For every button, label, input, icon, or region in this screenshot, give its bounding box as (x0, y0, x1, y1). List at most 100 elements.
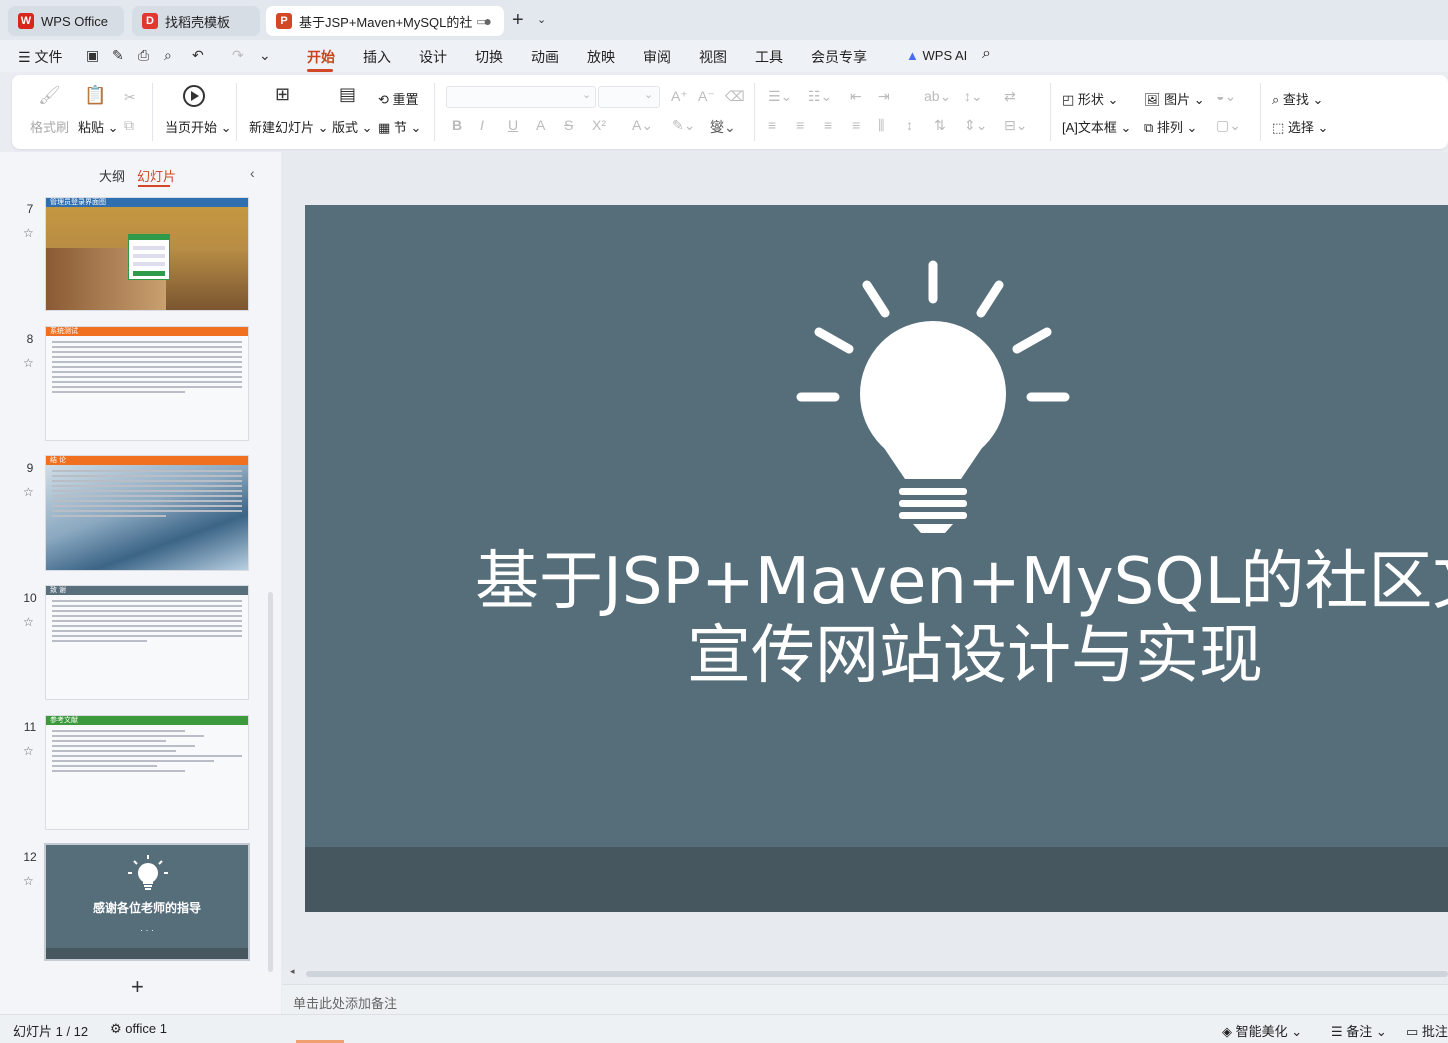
tab-wps-office[interactable]: W WPS Office (8, 6, 124, 36)
new-tab-icon[interactable]: + (512, 9, 524, 32)
menu-review[interactable]: 审阅 (643, 47, 671, 67)
bold-icon[interactable]: B (452, 117, 462, 133)
star-icon[interactable]: ☆ (23, 356, 34, 370)
add-slide-icon[interactable]: + (131, 974, 144, 1000)
numbered-list-icon[interactable]: ☷⌄ (808, 88, 832, 105)
font-grow-icon[interactable]: A⁺ (671, 88, 688, 105)
reset-button[interactable]: ⟲ 重置 (378, 89, 419, 108)
tab-outline[interactable]: 大纲 (99, 166, 125, 185)
menu-file[interactable]: ☰ 文件 (18, 47, 62, 67)
more-chevron-icon[interactable]: ⌄ (259, 47, 271, 64)
font-color-icon[interactable]: A⌄ (632, 117, 653, 134)
search-icon[interactable]: ⌕ (982, 45, 991, 63)
clear-format-icon[interactable]: ⌫ (725, 88, 745, 105)
align-center-icon[interactable]: ≡ (796, 117, 804, 133)
convert-smartart-icon[interactable]: ⇄ (1004, 88, 1016, 105)
menu-animation[interactable]: 动画 (531, 47, 559, 67)
bullet-list-icon[interactable]: ☰⌄ (768, 88, 792, 105)
menu-design[interactable]: 设计 (419, 47, 447, 67)
font-name-combo[interactable] (446, 86, 596, 108)
picture-button[interactable]: 🖼 图片 ⌄ (1144, 89, 1205, 108)
notes-pane[interactable]: 单击此处添加备注 (282, 984, 1448, 1014)
menu-insert[interactable]: 插入 (363, 47, 391, 67)
smart-beautify-button[interactable]: ◈ 智能美化 ⌄ (1222, 1021, 1302, 1040)
text-direction-icon[interactable]: ab⌄ (924, 88, 951, 105)
unsaved-dot-icon[interactable]: ● (484, 13, 492, 29)
select-button[interactable]: ⬚ 选择 ⌄ (1272, 117, 1328, 136)
pen-icon[interactable]: ✎ (112, 47, 124, 64)
undo-icon[interactable]: ↶ (192, 47, 204, 64)
scroll-left-icon[interactable]: ◂ (290, 966, 295, 977)
align-left-icon[interactable]: ≡ (768, 117, 776, 133)
sort-icon[interactable]: ↕⌄ (964, 88, 983, 105)
slide-title[interactable]: 基于JSP+Maven+MySQL的社区文化 宣传网站设计与实现 (475, 545, 1448, 693)
chevron-down-icon[interactable]: ⌄ (537, 13, 546, 26)
tab-template[interactable]: D 找稻壳模板 (132, 6, 260, 36)
slide-thumbnail[interactable]: 管理员登录界面图 (46, 198, 248, 310)
slide-thumbnail[interactable]: 结 论 (46, 456, 248, 570)
distribute-icon[interactable]: ⫼ (878, 117, 884, 134)
save-icon[interactable]: ▣ (86, 47, 99, 64)
menu-tools[interactable]: 工具 (755, 47, 783, 67)
textbox-button[interactable]: [A]文本框 ⌄ (1062, 117, 1131, 136)
layout-button[interactable]: 版式 ⌄ (332, 117, 373, 136)
section-button[interactable]: ▦ 节 ⌄ (378, 117, 421, 136)
notes-placeholder: 单击此处添加备注 (293, 996, 398, 1011)
phonetic-icon[interactable]: 燮⌄ (710, 117, 736, 137)
arrange-button[interactable]: ⧉ 排列 ⌄ (1144, 117, 1197, 136)
theme-button[interactable]: ⚙ office 1 (110, 1021, 167, 1037)
slide-thumbnail-selected[interactable]: 感谢各位老师的指导 · · · (46, 845, 248, 959)
new-slide-button[interactable]: 新建幻灯片 ⌄ (249, 117, 329, 136)
superscript-icon[interactable]: X² (592, 117, 606, 133)
start-current-button[interactable]: 当页开始 ⌄ (165, 117, 232, 136)
slide-thumbnail[interactable]: 系统测试 (46, 327, 248, 440)
star-icon[interactable]: ☆ (23, 615, 34, 629)
print-preview-icon[interactable]: ⌕ (164, 47, 172, 64)
menu-home[interactable]: 开始 (307, 47, 335, 67)
strikethrough-icon[interactable]: S (564, 117, 573, 133)
columns-icon[interactable]: ⇕⌄ (964, 117, 987, 134)
notes-button[interactable]: ☰ 备注 ⌄ (1331, 1021, 1387, 1040)
panel-scrollbar[interactable] (268, 592, 273, 972)
star-icon[interactable]: ☆ (23, 226, 34, 240)
scroll-thumb[interactable] (306, 971, 1448, 977)
comments-button[interactable]: ▭ 批注 (1406, 1021, 1448, 1040)
menu-view[interactable]: 视图 (699, 47, 727, 67)
underline-icon[interactable]: U (508, 117, 518, 133)
menu-membership[interactable]: 会员专享 (811, 47, 867, 67)
format-painter-button[interactable]: 格式刷 (30, 117, 69, 136)
redo-icon[interactable]: ↷ (232, 47, 244, 64)
decrease-indent-icon[interactable]: ⇤ (850, 88, 862, 105)
menu-wps-ai[interactable]: ▲ WPS AI (906, 48, 967, 63)
highlight-icon[interactable]: ✎⌄ (672, 117, 695, 134)
copy-icon[interactable]: ⧉ (124, 117, 134, 134)
shape-button[interactable]: ◰ 形状 ⌄ (1062, 89, 1118, 108)
tab-slides[interactable]: 幻灯片 (137, 166, 176, 185)
shadow-icon[interactable]: A (536, 117, 545, 133)
find-button[interactable]: ⌕ 查找 ⌄ (1272, 89, 1323, 108)
line-spacing-icon[interactable]: ↕ (906, 117, 913, 133)
star-icon[interactable]: ☆ (23, 744, 34, 758)
collapse-panel-icon[interactable]: ‹ (250, 165, 255, 181)
slide-thumbnail[interactable]: 致 谢 (46, 586, 248, 699)
paragraph-spacing-icon[interactable]: ⇅ (934, 117, 946, 134)
slide-thumbnail[interactable]: 参考文献 (46, 716, 248, 829)
font-shrink-icon[interactable]: A⁻ (698, 88, 715, 105)
star-icon[interactable]: ☆ (23, 485, 34, 499)
justify-icon[interactable]: ≡ (852, 117, 860, 133)
vertical-align-icon[interactable]: ⊟⌄ (1004, 117, 1027, 134)
italic-icon[interactable]: I (480, 117, 484, 133)
menu-slideshow[interactable]: 放映 (587, 47, 615, 67)
align-right-icon[interactable]: ≡ (824, 117, 832, 133)
print-icon[interactable]: ⎙ (138, 47, 149, 64)
star-icon[interactable]: ☆ (23, 874, 34, 888)
current-slide[interactable]: 基于JSP+Maven+MySQL的社区文化 宣传网站设计与实现 (305, 205, 1448, 912)
increase-indent-icon[interactable]: ⇥ (878, 88, 890, 105)
menu-transition[interactable]: 切换 (475, 47, 503, 67)
cut-icon[interactable]: ✂ (124, 89, 136, 106)
outline-color-icon[interactable]: ▢⌄ (1216, 117, 1241, 134)
horizontal-scrollbar[interactable]: ◂ (282, 966, 1448, 980)
fill-color-icon[interactable]: ◒⌄ (1216, 88, 1236, 105)
paste-button[interactable]: 粘贴 ⌄ (78, 117, 119, 136)
tab-presentation[interactable]: P 基于JSP+Maven+MySQL的社 ▭ ● (266, 6, 504, 36)
